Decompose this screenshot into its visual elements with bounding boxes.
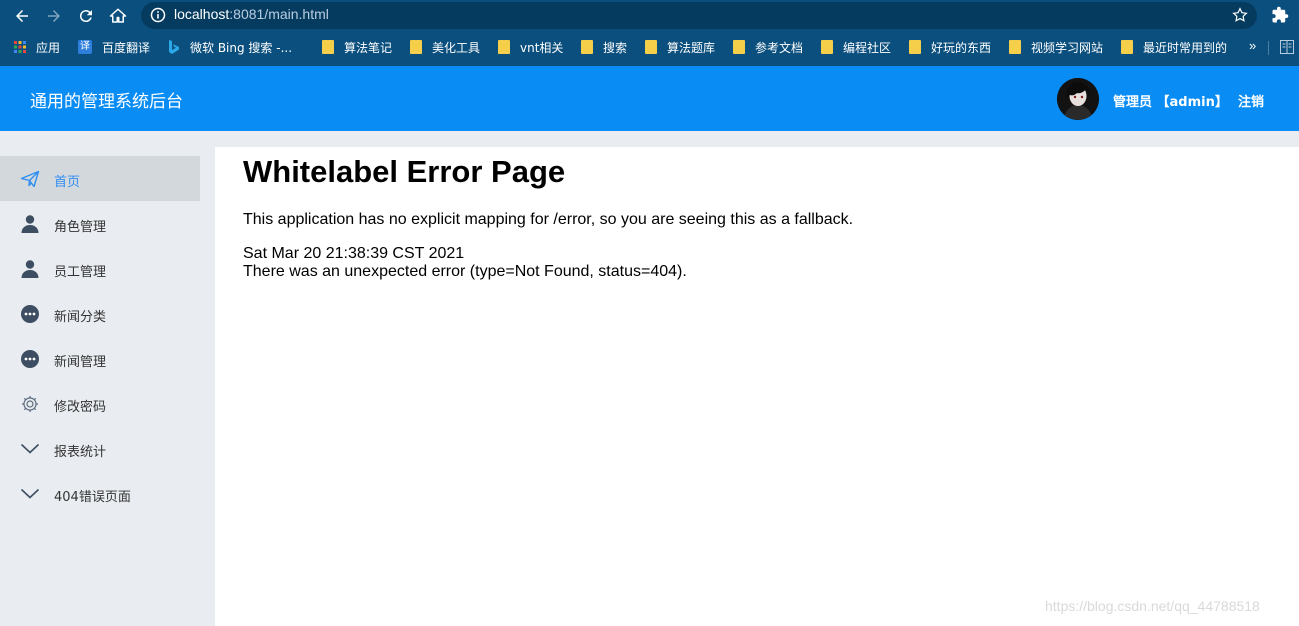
more-bookmarks-button[interactable]: » [1249, 38, 1256, 53]
home-icon [109, 8, 127, 23]
sidebar-item-label: 首页 [54, 175, 81, 190]
folder-icon [322, 40, 334, 54]
bookmark-bing[interactable]: 微软 Bing 搜索 -... [168, 33, 292, 61]
info-icon[interactable] [150, 7, 166, 23]
bookmark-baidu-translate[interactable]: 译 百度翻译 [78, 33, 150, 61]
bookmark-label: vnt相关 [520, 40, 564, 55]
folder-icon [821, 40, 833, 54]
translate-icon: 译 [78, 40, 92, 54]
puzzle-icon[interactable] [1271, 6, 1289, 24]
avatar[interactable] [1057, 78, 1099, 120]
folder-icon [581, 40, 593, 54]
user-icon [21, 260, 39, 278]
bookmark-label: 百度翻译 [102, 40, 151, 55]
sidebar-item-label: 角色管理 [54, 220, 107, 235]
bookmark-folder[interactable]: 搜索 [581, 33, 627, 61]
paper-plane-icon [20, 170, 40, 188]
logout-link[interactable]: 注销 [1238, 91, 1264, 110]
star-icon[interactable] [1231, 6, 1249, 24]
arrow-right-icon [48, 10, 60, 22]
bookmark-folder[interactable]: 算法题库 [645, 33, 715, 61]
url-host: localhost [174, 6, 230, 22]
sidebar-item-home[interactable]: 首页 [0, 156, 200, 201]
home-button[interactable] [106, 4, 130, 28]
folder-icon [1121, 40, 1133, 54]
sidebar-item-roles[interactable]: 角色管理 [0, 201, 200, 246]
folder-icon [498, 40, 510, 54]
sidebar-item-label: 新闻管理 [54, 355, 107, 370]
app-header: 通用的管理系统后台 [0, 66, 1299, 131]
bookmark-folder[interactable]: 最近时常用到的 [1121, 33, 1227, 61]
error-message: This application has no explicit mapping… [243, 211, 854, 228]
reload-icon [79, 10, 92, 23]
chat-bubble-icon [21, 350, 39, 368]
avatar-image [1057, 78, 1099, 120]
bookmark-folder[interactable]: 好玩的东西 [909, 33, 991, 61]
bookmark-label: 微软 Bing 搜索 -... [190, 40, 293, 55]
folder-icon [645, 40, 657, 54]
bookmark-label: 搜索 [603, 40, 628, 55]
sidebar-item-label: 员工管理 [54, 265, 107, 280]
bookmark-folder[interactable]: 算法笔记 [322, 33, 392, 61]
sidebar-item-reports[interactable]: 报表统计 [0, 426, 200, 471]
bookmark-label: 算法题库 [667, 40, 716, 55]
sidebar-item-label: 报表统计 [54, 445, 107, 460]
reading-list-icon[interactable] [1280, 40, 1294, 54]
bookmark-apps[interactable]: 应用 [14, 33, 60, 61]
arrow-left-icon [16, 10, 28, 22]
bookmark-label: 视频学习网站 [1031, 40, 1104, 55]
url-text[interactable]: localhost:8081/main.html [174, 6, 329, 22]
address-bar-row: localhost:8081/main.html [0, 0, 1299, 31]
folder-icon [410, 40, 422, 54]
bookmarks-divider [1268, 41, 1269, 55]
bookmark-label: 好玩的东西 [931, 40, 992, 55]
bookmark-folder[interactable]: 编程社区 [821, 33, 891, 61]
error-detail: There was an unexpected error (type=Not … [243, 263, 687, 280]
user-label[interactable]: 管理员 【admin】 [1113, 91, 1228, 110]
sidebar-item-label: 404错误页面 [54, 490, 131, 505]
browser-chrome: localhost:8081/main.html 应用 译 百度翻译 微软 Bi… [0, 0, 1299, 66]
bookmark-label: 算法笔记 [344, 40, 393, 55]
reload-button[interactable] [74, 4, 98, 28]
bookmark-folder[interactable]: 视频学习网站 [1009, 33, 1103, 61]
bookmark-label: 参考文档 [755, 40, 804, 55]
error-timestamp: Sat Mar 20 21:38:39 CST 2021 [243, 245, 465, 262]
bookmark-folder[interactable]: vnt相关 [498, 33, 563, 61]
forward-button[interactable] [42, 4, 66, 28]
main-frame: Whitelabel Error Page This application h… [215, 147, 1299, 626]
gear-icon [22, 396, 38, 412]
bookmark-label: 编程社区 [843, 40, 892, 55]
sidebar-item-employees[interactable]: 员工管理 [0, 246, 200, 291]
sidebar-item-news[interactable]: 新闻管理 [0, 336, 200, 381]
error-title: Whitelabel Error Page [243, 154, 566, 189]
back-button[interactable] [10, 4, 34, 28]
user-icon [21, 215, 39, 233]
watermark: https://blog.csdn.net/qq_44788518 [1045, 598, 1260, 614]
bookmark-folder[interactable]: 美化工具 [410, 33, 480, 61]
bookmark-label: 最近时常用到的 [1143, 40, 1228, 55]
bookmark-label: 应用 [36, 40, 61, 55]
sidebar-item-change-password[interactable]: 修改密码 [0, 381, 200, 426]
sidebar-item-label: 修改密码 [54, 400, 107, 415]
folder-icon [733, 40, 745, 54]
chevron-down-icon [20, 488, 40, 499]
folder-icon [1009, 40, 1021, 54]
app-title: 通用的管理系统后台 [30, 92, 183, 112]
sidebar-item-404-page[interactable]: 404错误页面 [0, 471, 200, 516]
sidebar-item-news-categories[interactable]: 新闻分类 [0, 291, 200, 336]
bookmark-label: 美化工具 [432, 40, 481, 55]
folder-icon [909, 40, 921, 54]
sidebar-item-label: 新闻分类 [54, 310, 107, 325]
apps-grid-icon [14, 41, 26, 53]
url-path: :8081/main.html [229, 6, 329, 22]
sidebar: 首页 角色管理 员工管理 新闻分类 新闻管理 修改密码 报表统计 404错误页面 [0, 155, 200, 626]
bookmark-folder[interactable]: 参考文档 [733, 33, 803, 61]
bing-icon [169, 40, 179, 54]
chevron-down-icon [20, 443, 40, 454]
bookmarks-bar: 应用 译 百度翻译 微软 Bing 搜索 -... 算法笔记 美化工具 vnt相… [0, 33, 1299, 61]
chat-bubble-icon [21, 305, 39, 323]
